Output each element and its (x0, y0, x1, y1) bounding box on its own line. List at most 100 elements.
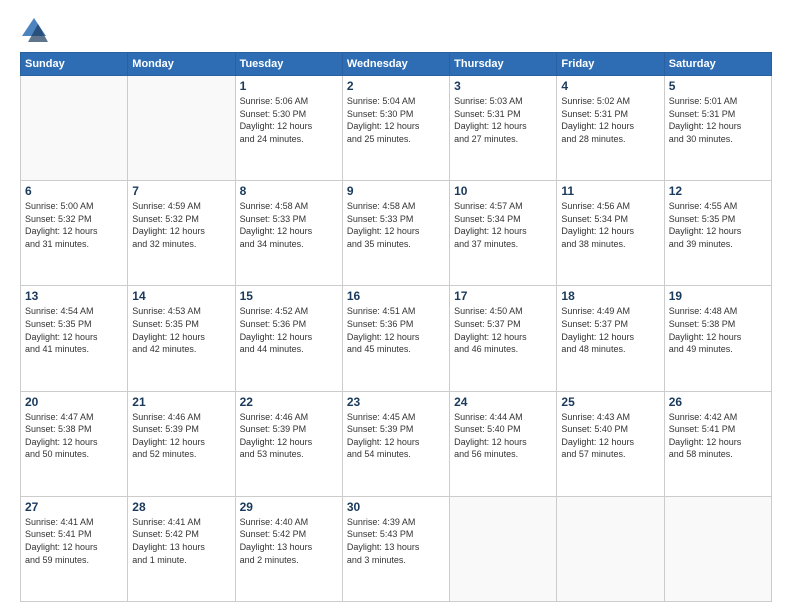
calendar-cell: 30 Sunrise: 4:39 AM Sunset: 5:43 PM Dayli… (342, 496, 449, 601)
day-number: 11 (561, 184, 659, 198)
header (20, 16, 772, 44)
calendar-cell (450, 496, 557, 601)
calendar-table: SundayMondayTuesdayWednesdayThursdayFrid… (20, 52, 772, 602)
calendar-cell: 9Sunrise: 4:58 AM Sunset: 5:33 PM Daylig… (342, 181, 449, 286)
calendar-week-1: 6 Sunrise: 5:00 AM Sunset: 5:32 PM Daylig… (21, 181, 772, 286)
column-header-tuesday: Tuesday (235, 53, 342, 76)
day-number: 27 (25, 500, 123, 514)
day-number: 26 (669, 395, 767, 409)
column-header-thursday: Thursday (450, 53, 557, 76)
column-header-saturday: Saturday (664, 53, 771, 76)
calendar-cell: 19Sunrise: 4:48 AM Sunset: 5:38 PM Dayli… (664, 286, 771, 391)
calendar-cell: 10 Sunrise: 4:57 AM Sunset: 5:34 PM Dayli… (450, 181, 557, 286)
day-info: Sunrise: 5:02 AM Sunset: 5:31 PM Dayligh… (561, 95, 659, 145)
day-info: Sunrise: 4:42 AM Sunset: 5:41 PM Dayligh… (669, 411, 767, 461)
calendar-cell: 25 Sunrise: 4:43 AM Sunset: 5:40 PM Dayli… (557, 391, 664, 496)
day-number: 12 (669, 184, 767, 198)
day-number: 4 (561, 79, 659, 93)
day-number: 8 (240, 184, 338, 198)
day-number: 25 (561, 395, 659, 409)
calendar-cell: 17 Sunrise: 4:50 AM Sunset: 5:37 PM Dayli… (450, 286, 557, 391)
calendar-cell: 28 Sunrise: 4:41 AM Sunset: 5:42 PM Dayli… (128, 496, 235, 601)
calendar-cell: 26 Sunrise: 4:42 AM Sunset: 5:41 PM Dayli… (664, 391, 771, 496)
day-info: Sunrise: 4:41 AM Sunset: 5:41 PM Dayligh… (25, 516, 123, 566)
day-info: Sunrise: 4:43 AM Sunset: 5:40 PM Dayligh… (561, 411, 659, 461)
day-info: Sunrise: 5:01 AM Sunset: 5:31 PM Dayligh… (669, 95, 767, 145)
day-number: 6 (25, 184, 123, 198)
day-number: 21 (132, 395, 230, 409)
column-header-monday: Monday (128, 53, 235, 76)
day-number: 19 (669, 289, 767, 303)
page: SundayMondayTuesdayWednesdayThursdayFrid… (0, 0, 792, 612)
calendar-cell: 3 Sunrise: 5:03 AM Sunset: 5:31 PM Daylig… (450, 76, 557, 181)
day-number: 30 (347, 500, 445, 514)
calendar-cell: 6 Sunrise: 5:00 AM Sunset: 5:32 PM Daylig… (21, 181, 128, 286)
calendar-header-row: SundayMondayTuesdayWednesdayThursdayFrid… (21, 53, 772, 76)
day-info: Sunrise: 5:06 AM Sunset: 5:30 PM Dayligh… (240, 95, 338, 145)
column-header-sunday: Sunday (21, 53, 128, 76)
day-info: Sunrise: 4:46 AM Sunset: 5:39 PM Dayligh… (240, 411, 338, 461)
calendar-cell: 1 Sunrise: 5:06 AM Sunset: 5:30 PM Daylig… (235, 76, 342, 181)
day-info: Sunrise: 4:49 AM Sunset: 5:37 PM Dayligh… (561, 305, 659, 355)
day-number: 24 (454, 395, 552, 409)
day-number: 28 (132, 500, 230, 514)
day-number: 14 (132, 289, 230, 303)
day-info: Sunrise: 4:53 AM Sunset: 5:35 PM Dayligh… (132, 305, 230, 355)
calendar-week-4: 27 Sunrise: 4:41 AM Sunset: 5:41 PM Dayli… (21, 496, 772, 601)
calendar-cell: 15Sunrise: 4:52 AM Sunset: 5:36 PM Dayli… (235, 286, 342, 391)
day-number: 16 (347, 289, 445, 303)
calendar-cell: 20Sunrise: 4:47 AM Sunset: 5:38 PM Dayli… (21, 391, 128, 496)
calendar-cell: 4 Sunrise: 5:02 AM Sunset: 5:31 PM Daylig… (557, 76, 664, 181)
day-info: Sunrise: 4:46 AM Sunset: 5:39 PM Dayligh… (132, 411, 230, 461)
day-number: 3 (454, 79, 552, 93)
day-info: Sunrise: 4:58 AM Sunset: 5:33 PM Dayligh… (347, 200, 445, 250)
calendar-cell: 22 Sunrise: 4:46 AM Sunset: 5:39 PM Dayli… (235, 391, 342, 496)
calendar-cell: 14 Sunrise: 4:53 AM Sunset: 5:35 PM Dayli… (128, 286, 235, 391)
day-number: 15 (240, 289, 338, 303)
calendar-cell (664, 496, 771, 601)
calendar-cell (21, 76, 128, 181)
day-info: Sunrise: 4:45 AM Sunset: 5:39 PM Dayligh… (347, 411, 445, 461)
calendar-week-3: 20Sunrise: 4:47 AM Sunset: 5:38 PM Dayli… (21, 391, 772, 496)
calendar-week-2: 13 Sunrise: 4:54 AM Sunset: 5:35 PM Dayli… (21, 286, 772, 391)
calendar-cell (128, 76, 235, 181)
day-number: 1 (240, 79, 338, 93)
day-info: Sunrise: 5:03 AM Sunset: 5:31 PM Dayligh… (454, 95, 552, 145)
day-number: 5 (669, 79, 767, 93)
calendar-cell: 23 Sunrise: 4:45 AM Sunset: 5:39 PM Dayli… (342, 391, 449, 496)
day-number: 29 (240, 500, 338, 514)
day-number: 18 (561, 289, 659, 303)
day-number: 17 (454, 289, 552, 303)
day-number: 13 (25, 289, 123, 303)
calendar-cell: 24Sunrise: 4:44 AM Sunset: 5:40 PM Dayli… (450, 391, 557, 496)
day-number: 20 (25, 395, 123, 409)
day-info: Sunrise: 5:04 AM Sunset: 5:30 PM Dayligh… (347, 95, 445, 145)
day-info: Sunrise: 4:40 AM Sunset: 5:42 PM Dayligh… (240, 516, 338, 566)
day-info: Sunrise: 4:56 AM Sunset: 5:34 PM Dayligh… (561, 200, 659, 250)
calendar-cell: 2 Sunrise: 5:04 AM Sunset: 5:30 PM Daylig… (342, 76, 449, 181)
day-number: 10 (454, 184, 552, 198)
day-info: Sunrise: 4:39 AM Sunset: 5:43 PM Dayligh… (347, 516, 445, 566)
calendar-cell (557, 496, 664, 601)
logo (20, 16, 52, 44)
day-info: Sunrise: 4:54 AM Sunset: 5:35 PM Dayligh… (25, 305, 123, 355)
calendar-cell: 11 Sunrise: 4:56 AM Sunset: 5:34 PM Dayli… (557, 181, 664, 286)
calendar-cell: 27 Sunrise: 4:41 AM Sunset: 5:41 PM Dayli… (21, 496, 128, 601)
day-number: 22 (240, 395, 338, 409)
day-info: Sunrise: 4:57 AM Sunset: 5:34 PM Dayligh… (454, 200, 552, 250)
logo-icon (20, 16, 48, 44)
day-info: Sunrise: 4:41 AM Sunset: 5:42 PM Dayligh… (132, 516, 230, 566)
calendar-cell: 5 Sunrise: 5:01 AM Sunset: 5:31 PM Daylig… (664, 76, 771, 181)
calendar-cell: 29 Sunrise: 4:40 AM Sunset: 5:42 PM Dayli… (235, 496, 342, 601)
day-info: Sunrise: 4:59 AM Sunset: 5:32 PM Dayligh… (132, 200, 230, 250)
column-header-friday: Friday (557, 53, 664, 76)
calendar-week-0: 1 Sunrise: 5:06 AM Sunset: 5:30 PM Daylig… (21, 76, 772, 181)
day-info: Sunrise: 5:00 AM Sunset: 5:32 PM Dayligh… (25, 200, 123, 250)
calendar-cell: 16 Sunrise: 4:51 AM Sunset: 5:36 PM Dayli… (342, 286, 449, 391)
day-info: Sunrise: 4:51 AM Sunset: 5:36 PM Dayligh… (347, 305, 445, 355)
calendar-cell: 13 Sunrise: 4:54 AM Sunset: 5:35 PM Dayli… (21, 286, 128, 391)
day-info: Sunrise: 4:55 AM Sunset: 5:35 PM Dayligh… (669, 200, 767, 250)
day-number: 23 (347, 395, 445, 409)
day-number: 2 (347, 79, 445, 93)
day-info: Sunrise: 4:50 AM Sunset: 5:37 PM Dayligh… (454, 305, 552, 355)
